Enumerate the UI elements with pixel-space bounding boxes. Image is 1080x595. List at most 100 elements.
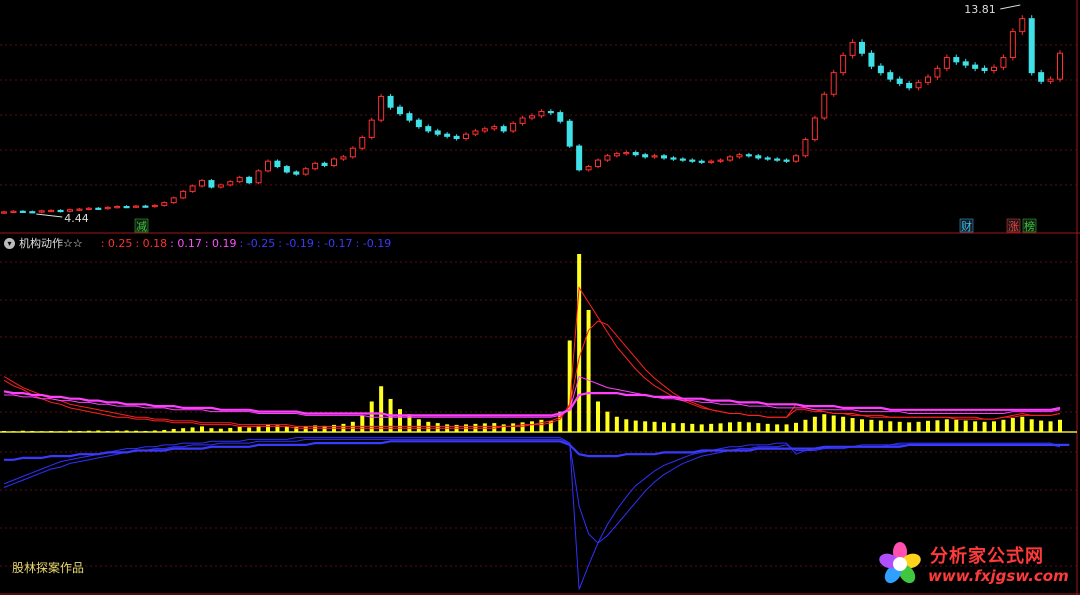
volume-bar xyxy=(218,428,223,432)
volume-bar xyxy=(577,254,582,432)
volume-bar xyxy=(152,430,157,432)
volume-bar xyxy=(784,424,789,432)
indicator-values: : 0.25: 0.18: 0.17: 0.19: -0.25: -0.19: … xyxy=(101,237,395,250)
candle-body xyxy=(208,180,215,188)
candle-body xyxy=(953,57,960,63)
volume-bar xyxy=(58,431,63,432)
volume-bar xyxy=(897,421,902,432)
volume-bar xyxy=(247,427,252,432)
indicator-value-8: : -0.19 xyxy=(355,236,392,250)
signal-marker-3: 涨 xyxy=(1008,220,1019,233)
indicator-line-7 xyxy=(4,440,1070,461)
candle-body xyxy=(255,170,262,184)
volume-bar xyxy=(860,419,864,432)
candle-body xyxy=(227,181,234,186)
volume-bar xyxy=(162,429,167,432)
volume-bar xyxy=(614,416,619,432)
candle-body xyxy=(10,210,17,213)
candle-body xyxy=(114,206,121,209)
signal-marker-1: 减 xyxy=(136,220,147,233)
candle-body xyxy=(170,197,177,204)
volume-bar xyxy=(360,415,365,432)
volume-bar xyxy=(803,419,808,432)
candle-body xyxy=(38,210,45,213)
candle-body xyxy=(491,126,498,130)
candle-body xyxy=(906,82,913,89)
candle-body xyxy=(434,130,441,135)
volume-bar xyxy=(680,423,685,432)
volume-bar xyxy=(266,424,270,432)
candle-body xyxy=(29,211,36,214)
candle-body xyxy=(246,176,253,184)
candle-body xyxy=(708,160,715,163)
volume-bar xyxy=(124,430,129,432)
candle-body xyxy=(510,122,517,132)
indicator-title-bar: ▾ 机构动作☆☆ : 0.25: 0.18: 0.17: 0.19: -0.25… xyxy=(4,235,394,251)
candle-body xyxy=(180,190,187,199)
author-credit: 股林探案作品 xyxy=(12,561,85,575)
candle-body xyxy=(123,206,130,209)
grid-lines xyxy=(0,0,1080,595)
candle-body xyxy=(991,66,997,71)
indicator-value-4: : 0.19 xyxy=(204,236,237,250)
volume-bar xyxy=(190,427,195,432)
candle-body xyxy=(463,133,469,140)
candle-body xyxy=(698,160,705,163)
volume-bar xyxy=(888,421,893,432)
candle-body xyxy=(1000,57,1007,68)
volume-bar xyxy=(728,422,732,432)
stock-chart[interactable]: 13.81 4.44 减 财 涨榜 xyxy=(0,0,1080,595)
candle-body xyxy=(283,166,290,173)
candle-body xyxy=(557,112,564,122)
volume-bar xyxy=(982,421,987,432)
volume-bar xyxy=(963,420,968,432)
candle-body xyxy=(217,184,224,188)
candle-body xyxy=(151,204,158,208)
volume-bar xyxy=(831,415,836,432)
volume-bar xyxy=(973,421,978,432)
candle-body xyxy=(642,154,649,158)
volume-bar xyxy=(77,430,82,432)
candle-body xyxy=(104,206,111,210)
volume-bar xyxy=(916,421,921,432)
candle-body xyxy=(670,157,677,160)
volume-bar xyxy=(416,419,421,432)
candle-body xyxy=(623,152,630,155)
candle-body xyxy=(595,159,601,168)
candle-body xyxy=(293,171,300,175)
volume-bar xyxy=(134,430,138,432)
volume-bar xyxy=(954,419,959,432)
volume-bar xyxy=(143,430,148,432)
low-price-label: 4.44 xyxy=(64,212,89,225)
volume-bar xyxy=(624,419,629,432)
volume-bar xyxy=(115,430,120,432)
candle-body xyxy=(406,113,413,121)
candle-body xyxy=(349,147,356,158)
high-price-label: 13.81 xyxy=(964,3,996,16)
volume-bar xyxy=(841,416,846,432)
candle-body xyxy=(359,136,366,149)
candle-body xyxy=(585,166,592,171)
volume-bar xyxy=(935,420,940,432)
candle-body xyxy=(849,41,856,56)
volume-bar xyxy=(1029,419,1034,432)
volume-bar xyxy=(511,423,516,432)
candle-body xyxy=(576,145,583,171)
collapse-chevron-icon[interactable]: ▾ xyxy=(4,237,15,249)
candle-body xyxy=(764,157,771,160)
volume-bar xyxy=(482,423,487,432)
volume-bar xyxy=(284,426,289,432)
candle-body xyxy=(736,154,743,158)
signal-marker-2: 财 xyxy=(961,219,972,233)
indicator-line-6 xyxy=(3,438,1061,544)
candle-body xyxy=(481,128,488,132)
volume-bar xyxy=(944,419,949,432)
volume-bar xyxy=(718,423,723,432)
candle-body xyxy=(265,160,271,172)
candle-body xyxy=(321,162,328,166)
volume-bar xyxy=(426,421,431,432)
volume-bar xyxy=(68,430,72,432)
volume-bar xyxy=(350,421,355,432)
indicator-value-7: : -0.17 xyxy=(316,236,353,250)
candle-body xyxy=(943,57,950,69)
